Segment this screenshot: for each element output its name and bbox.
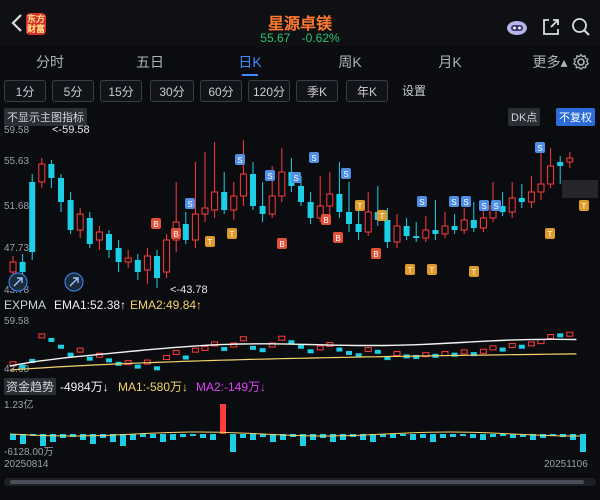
assistant-robot-icon[interactable] [506,16,528,38]
svg-text:T: T [548,230,553,239]
svg-text:S: S [419,198,424,207]
interval-120min-button[interactable]: 120分 [248,80,290,102]
ema2-value: EMA2:49.84↑ [130,298,203,312]
svg-text:S: S [481,202,486,211]
tab-intraday[interactable]: 分时 [0,48,100,76]
svg-text:S: S [493,202,498,211]
svg-text:S: S [537,144,542,153]
svg-text:S: S [293,174,298,183]
fund-label[interactable]: 资金趋势 [4,378,57,395]
ema-label[interactable]: EXPMA [4,298,46,312]
search-icon[interactable] [570,16,592,38]
expand-corner-icon-2[interactable] [64,272,84,292]
ema-legend: EXPMA EMA1:52.38↑ EMA2:49.84↑ [0,298,600,314]
svg-text:S: S [311,154,316,163]
fund-flow-chart [9,404,586,452]
svg-text:S: S [187,200,192,209]
svg-text:S: S [237,156,242,165]
svg-text:B: B [335,234,340,243]
ema-chart [9,331,577,371]
fund-ma1: MA1:-580万↓ [118,380,189,394]
fund-ma2: MA2:-149万↓ [196,380,267,394]
svg-text:B: B [153,220,158,229]
interval-quarter-button[interactable]: 季K [296,80,338,102]
svg-text:B: B [373,250,378,259]
interval-30min-button[interactable]: 30分 [150,80,194,102]
fund-value: -4984万↓ [60,380,109,394]
start-date: 20250814 [4,459,49,470]
svg-text:S: S [463,198,468,207]
tab-monthly-k[interactable]: 月K [400,48,500,76]
scrollbar-thumb[interactable] [10,480,584,484]
svg-text:B: B [173,230,178,239]
price-change: -0.62% [301,31,340,45]
interval-15min-button[interactable]: 15分 [100,80,142,102]
interval-5min-button[interactable]: 5分 [52,80,94,102]
svg-text:S: S [451,198,456,207]
svg-text:S: S [343,170,348,179]
svg-text:T: T [430,266,435,275]
interval-button-row: 1分 5分 15分 30分 60分 120分 季K 年K 设置 [0,80,600,104]
svg-text:T: T [230,230,235,239]
svg-text:T: T [380,212,385,221]
svg-text:T: T [408,266,413,275]
settings-button[interactable]: 设置 [396,80,432,102]
interval-1min-button[interactable]: 1分 [4,80,46,102]
share-icon[interactable] [540,16,562,38]
interval-60min-button[interactable]: 60分 [200,80,242,102]
timeline-scrollbar[interactable] [4,478,596,486]
svg-text:T: T [582,202,587,211]
svg-text:B: B [323,216,328,225]
interval-year-button[interactable]: 年K [346,80,388,102]
svg-text:T: T [472,268,477,277]
chart-period-tabs: 分时 五日 日K 周K 月K 更多▴ [0,48,600,76]
settings-gear-icon[interactable] [572,53,590,71]
svg-text:T: T [208,238,213,247]
tab-daily-k[interactable]: 日K [200,48,300,76]
tab-weekly-k[interactable]: 周K [300,48,400,76]
end-date: 20251106 [544,459,588,470]
ema1-value: EMA1:52.38↑ [54,298,127,312]
fund-legend: 资金趋势 -4984万↓ MA1:-580万↓ MA2:-149万↓ [0,378,600,395]
expand-corner-icon[interactable] [8,272,28,292]
candlestick-chart[interactable]: BBSTTSSBSSBSBTBTTSTS STS SSTT [0,122,600,298]
svg-text:T: T [358,202,363,211]
current-price: 55.67 [260,31,291,45]
svg-text:B: B [279,240,284,249]
svg-text:S: S [267,172,272,181]
tab-five-day[interactable]: 五日 [100,48,200,76]
